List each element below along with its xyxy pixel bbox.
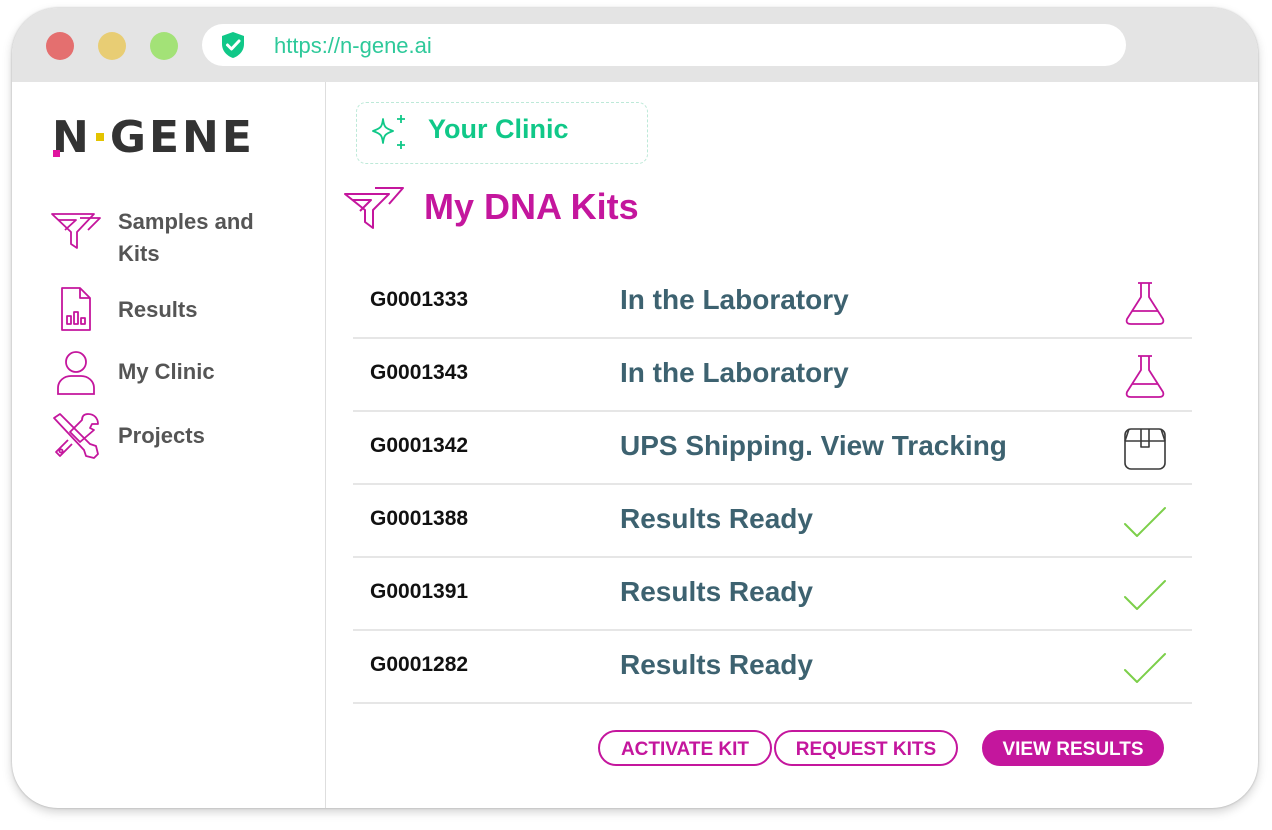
sidebar-item-label: Projects [118, 423, 205, 448]
sidebar-item-label: My Clinic [118, 359, 215, 384]
flask-icon [1125, 282, 1165, 325]
shield-check-icon [222, 32, 244, 58]
main-content: Your Clinic My DNA Kits G0001333 In the … [326, 82, 1258, 808]
logo-word-gene: GENE [109, 112, 255, 163]
report-icon [61, 287, 91, 331]
request-kits-button[interactable]: REQUEST KITS [774, 730, 958, 766]
kit-id: G0001282 [370, 653, 469, 676]
kit-id: G0001391 [370, 580, 469, 603]
logo-letter-n: N [52, 112, 92, 163]
table-row[interactable]: G0001342 UPS Shipping. View Tracking [353, 412, 1192, 485]
kit-status[interactable]: UPS Shipping. View Tracking [620, 430, 1007, 462]
tools-icon [53, 413, 99, 459]
browser-window: https://n-gene.ai N GENE Samples and Kits [12, 8, 1258, 808]
funnel-icon [344, 187, 404, 229]
kit-status: Results Ready [620, 649, 813, 680]
table-row[interactable]: G0001343 In the Laboratory [353, 339, 1192, 412]
kit-id: G0001342 [370, 434, 469, 457]
kit-status: In the Laboratory [620, 357, 849, 388]
flask-icon [1125, 355, 1165, 398]
sidebar: N GENE Samples and Kits Results My Clini… [12, 82, 326, 808]
your-clinic-label: Your Clinic [428, 114, 569, 144]
close-window-button[interactable] [46, 32, 74, 60]
user-icon [57, 351, 95, 395]
table-row[interactable]: G0001282 Results Ready [353, 631, 1192, 704]
kit-status: Results Ready [620, 503, 813, 534]
maximize-window-button[interactable] [150, 32, 178, 60]
browser-chrome: https://n-gene.ai [12, 8, 1258, 82]
kit-status: Results Ready [620, 576, 813, 607]
logo-dot [95, 133, 104, 141]
view-results-button[interactable]: VIEW RESULTS [982, 730, 1164, 766]
table-row[interactable]: G0001391 Results Ready [353, 558, 1192, 631]
funnel-icon [51, 213, 101, 249]
minimize-window-button[interactable] [98, 32, 126, 60]
kits-table: G0001333 In the Laboratory G0001343 In t… [353, 266, 1192, 704]
your-clinic-banner[interactable]: Your Clinic [356, 102, 648, 164]
checkmark-icon [1124, 580, 1166, 610]
sidebar-item-label: Samples and Kits [118, 209, 254, 266]
box-icon [1124, 428, 1166, 470]
ngene-logo[interactable]: N GENE [52, 112, 255, 163]
kit-id: G0001343 [370, 361, 469, 384]
kit-id: G0001333 [370, 288, 469, 311]
checkmark-icon [1124, 653, 1166, 683]
table-row[interactable]: G0001333 In the Laboratory [353, 266, 1192, 339]
kit-id: G0001388 [370, 507, 469, 530]
page-title: My DNA Kits [424, 186, 639, 227]
url-text[interactable]: https://n-gene.ai [274, 33, 432, 59]
checkmark-icon [1124, 507, 1166, 537]
address-bar[interactable]: https://n-gene.ai [202, 24, 1126, 66]
activate-kit-button[interactable]: ACTIVATE KIT [598, 730, 772, 766]
sparkles-icon [372, 115, 405, 149]
kit-status: In the Laboratory [620, 284, 849, 315]
table-row[interactable]: G0001388 Results Ready [353, 485, 1192, 558]
sidebar-item-label: Results [118, 297, 198, 322]
